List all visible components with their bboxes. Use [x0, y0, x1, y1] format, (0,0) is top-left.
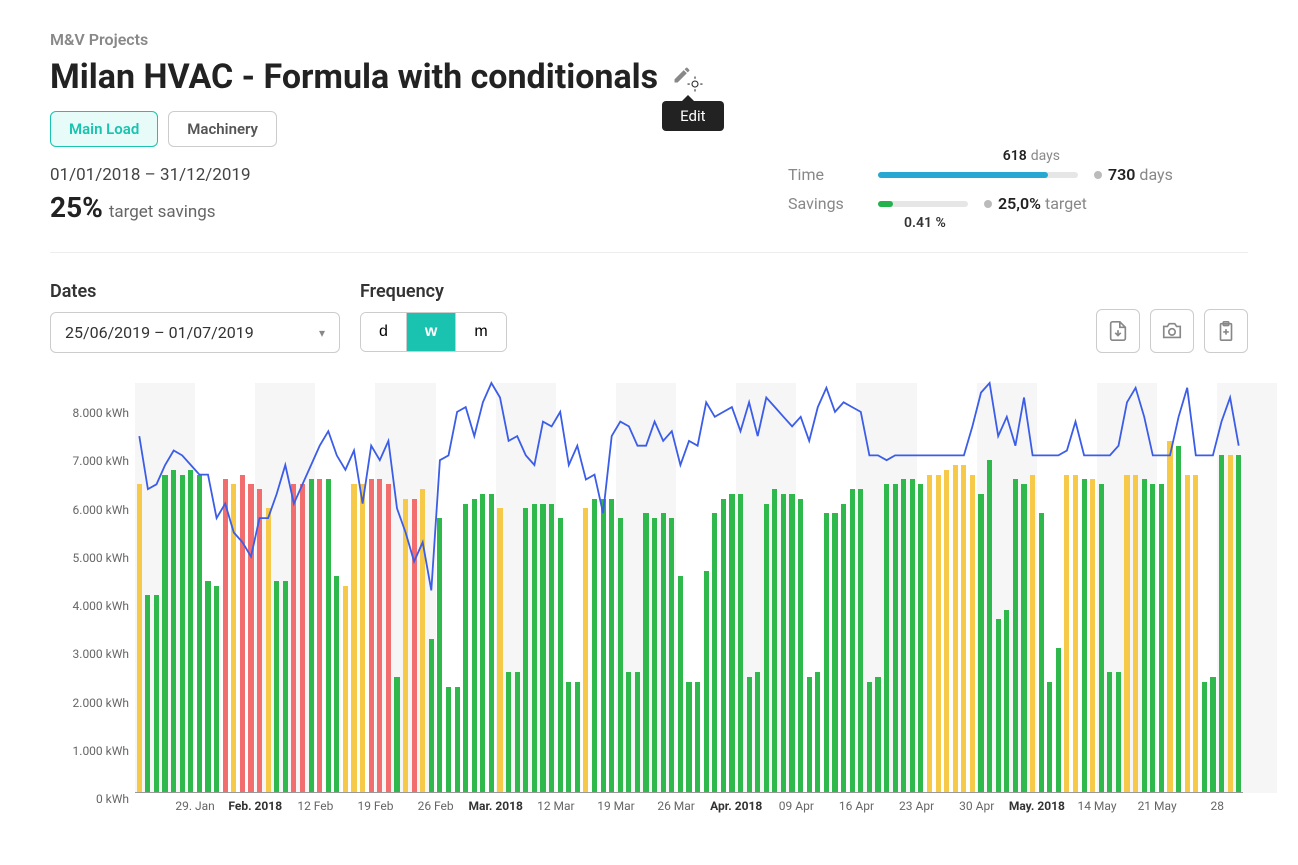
energy-chart: 0 kWh 1.000 kWh 2.000 kWh 3.000 kWh 4.000 kW… [50, 383, 1248, 823]
clipboard-plus-icon [1215, 320, 1237, 342]
y-axis-tick: 8.000 kWh [73, 406, 129, 420]
file-icon [1107, 320, 1129, 342]
savings-actual: 0.41 % [904, 215, 946, 231]
screenshot-button[interactable] [1150, 309, 1194, 353]
time-progress: 618days [878, 172, 1078, 178]
frequency-m[interactable]: m [456, 313, 505, 351]
y-axis-tick: 3.000 kWh [73, 647, 129, 661]
x-axis-tick: 14 May [1077, 799, 1116, 813]
x-axis-tick: 26 Feb [418, 799, 454, 813]
x-axis-tick: Mar. 2018 [469, 799, 523, 813]
camera-icon [1161, 320, 1183, 342]
frequency-label: Frequency [360, 281, 507, 302]
x-axis-tick: May. 2018 [1009, 799, 1065, 813]
edit-button[interactable]: Edit [672, 65, 692, 89]
time-total: 730 [1108, 165, 1135, 184]
breadcrumb[interactable]: M&V Projects [50, 30, 1248, 49]
clipboard-add-button[interactable] [1204, 309, 1248, 353]
page-title: Milan HVAC - Formula with conditionals [50, 57, 658, 97]
date-range-picker[interactable]: 25/06/2019 – 01/07/2019 ▾ [50, 312, 340, 353]
y-axis-tick: 0 kWh [96, 792, 129, 806]
x-axis-tick: 09 Apr [779, 799, 814, 813]
dot-marker [1094, 171, 1102, 179]
time-label: Time [788, 165, 878, 184]
y-axis-tick: 7.000 kWh [73, 454, 129, 468]
x-axis-tick: 21 May [1138, 799, 1177, 813]
x-axis-tick: 16 Apr [839, 799, 874, 813]
x-axis-tick: Apr. 2018 [710, 799, 762, 813]
x-axis-tick: 23 Apr [899, 799, 934, 813]
y-axis-tick: 5.000 kWh [73, 551, 129, 565]
savings-label: Savings [788, 194, 878, 213]
frequency-w[interactable]: w [407, 313, 456, 351]
project-date-range: 01/01/2018 – 31/12/2019 [50, 165, 251, 185]
x-axis-tick: 29. Jan [175, 799, 214, 813]
x-axis-tick: Feb. 2018 [228, 799, 282, 813]
x-axis-tick: 12 Feb [297, 799, 333, 813]
tab-main-load[interactable]: Main Load [50, 111, 158, 147]
y-axis-tick: 4.000 kWh [73, 599, 129, 613]
y-axis-tick: 2.000 kWh [73, 696, 129, 710]
dot-marker [984, 200, 992, 208]
frequency-d[interactable]: d [361, 313, 407, 351]
savings-target: 25,0% [998, 194, 1041, 213]
tab-machinery[interactable]: Machinery [168, 111, 277, 147]
edit-tooltip: Edit [662, 101, 723, 131]
x-axis-tick: 30 Apr [959, 799, 994, 813]
x-axis-tick: 26 Mar [657, 799, 695, 813]
frequency-toggle: dwm [360, 312, 507, 352]
x-axis-tick: 28 [1210, 799, 1224, 813]
savings-progress: 0.41 % [878, 201, 968, 207]
x-axis-tick: 12 Mar [537, 799, 575, 813]
y-axis-tick: 1.000 kWh [73, 744, 129, 758]
x-axis-tick: 19 Mar [597, 799, 635, 813]
cursor-icon [686, 75, 704, 93]
chevron-down-icon: ▾ [319, 326, 325, 340]
x-axis-tick: 19 Feb [357, 799, 393, 813]
target-savings: 25%target savings [50, 191, 251, 224]
tabs: Main Load Machinery [50, 111, 1248, 147]
export-file-button[interactable] [1096, 309, 1140, 353]
y-axis-tick: 6.000 kWh [73, 503, 129, 517]
divider [50, 252, 1248, 253]
dates-label: Dates [50, 281, 340, 302]
